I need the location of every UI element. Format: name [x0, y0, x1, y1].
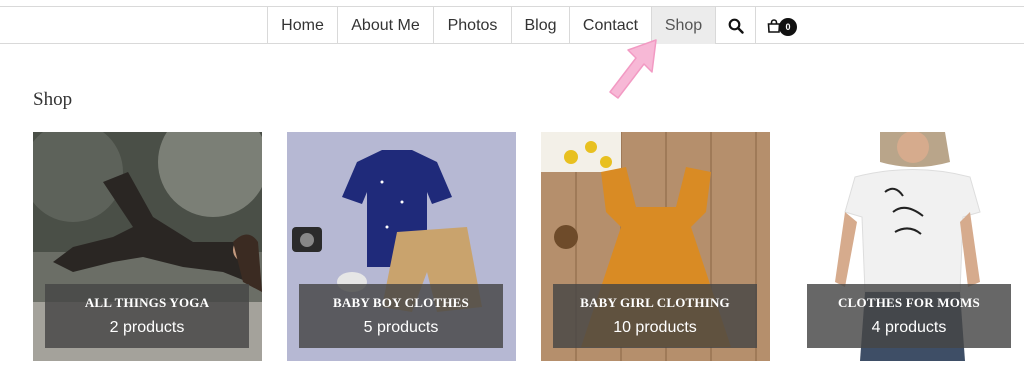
- category-name: ALL THINGS YOGA: [84, 295, 210, 310]
- category-card-yoga[interactable]: ALL THINGS YOGA 2 products: [33, 132, 262, 361]
- category-name: BABY BOY CLOTHES: [333, 295, 469, 310]
- category-count: 5 products: [363, 319, 439, 336]
- nav-about-me[interactable]: About Me: [338, 7, 434, 44]
- search-icon: [728, 18, 744, 34]
- page-title: Shop: [33, 89, 73, 110]
- category-overlay: ALL THINGS YOGA 2 products: [45, 284, 249, 348]
- category-card-moms[interactable]: CLOTHES FOR MOMS 4 products: [795, 132, 1024, 361]
- nav-blog[interactable]: Blog: [512, 7, 570, 44]
- category-card-baby-boy[interactable]: BABY BOY CLOTHES 5 products: [287, 132, 516, 361]
- cart-count-badge: 0: [779, 18, 797, 36]
- nav-home[interactable]: Home: [267, 7, 338, 44]
- nav-photos[interactable]: Photos: [434, 7, 512, 44]
- category-overlay: BABY BOY CLOTHES 5 products: [299, 284, 503, 348]
- category-count: 4 products: [871, 319, 947, 336]
- main-navigation: Home About Me Photos Blog Contact Shop 0: [0, 6, 1024, 44]
- category-name: CLOTHES FOR MOMS: [838, 295, 980, 310]
- category-count: 2 products: [109, 319, 185, 336]
- category-count: 10 products: [613, 319, 697, 336]
- category-overlay: BABY GIRL CLOTHING 10 products: [553, 284, 757, 348]
- category-card-baby-girl[interactable]: BABY GIRL CLOTHING 10 products: [541, 132, 770, 361]
- category-overlay: CLOTHES FOR MOMS 4 products: [807, 284, 1011, 348]
- category-name: BABY GIRL CLOTHING: [580, 295, 730, 310]
- search-button[interactable]: [716, 7, 756, 44]
- annotation-arrow-icon: [609, 39, 657, 99]
